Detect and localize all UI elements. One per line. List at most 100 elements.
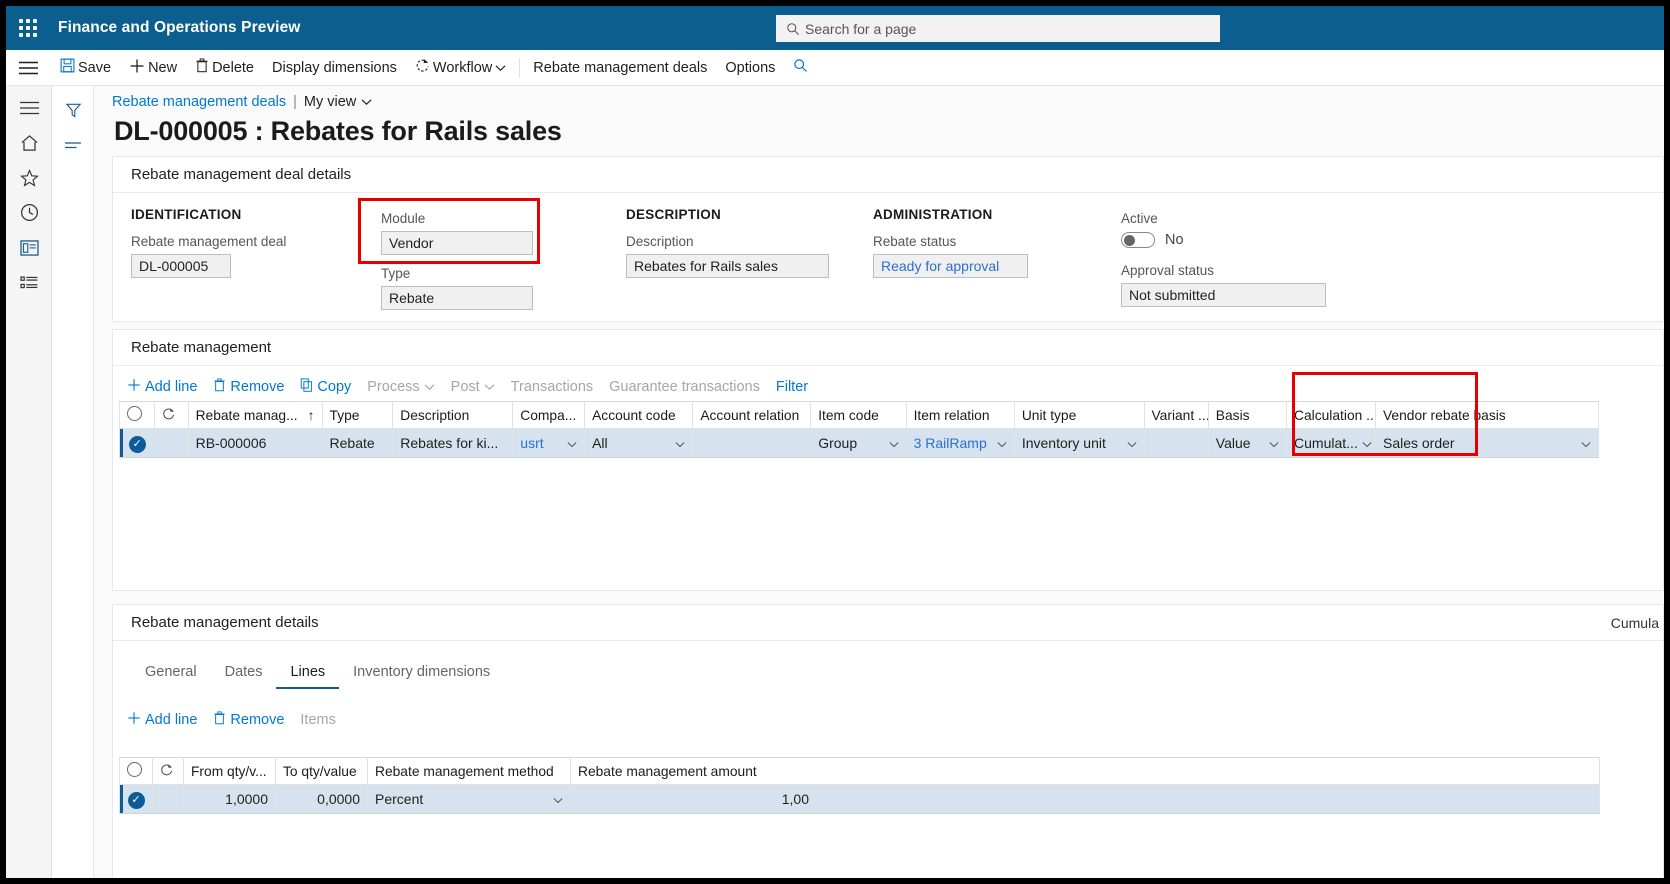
transactions-button[interactable]: Transactions [503, 379, 601, 395]
command-search-button[interactable] [784, 50, 817, 86]
cell-rebate-method[interactable]: Percent [367, 784, 571, 814]
col-to-qty[interactable]: To qty/value [275, 757, 368, 785]
cell-item-code[interactable]: Group [810, 428, 907, 458]
add-line-button[interactable]: Add line [119, 378, 205, 396]
col-from-qty[interactable]: From qty/v... [183, 757, 276, 785]
table-row[interactable]: ✓ RB-000006 Rebate Rebates for ki... usr… [118, 428, 1600, 458]
details-remove-button[interactable]: Remove [205, 711, 292, 729]
cell-account-code[interactable]: All [584, 428, 694, 458]
module-field[interactable]: Vendor [381, 231, 533, 255]
deal-details-header: Rebate management deal details [113, 157, 1663, 193]
breadcrumb-separator: | [293, 94, 297, 110]
cell-company[interactable]: usrt [512, 428, 586, 458]
details-row-select-cell[interactable]: ✓ [119, 784, 153, 814]
remove-button[interactable]: Remove [205, 378, 292, 396]
search-input[interactable]: Search for a page [776, 15, 1220, 42]
hamburger-menu-icon[interactable] [6, 50, 51, 86]
select-all-header[interactable] [118, 401, 156, 429]
cell-from-qty[interactable]: 1,0000 [183, 784, 276, 814]
guarantee-transactions-button[interactable]: Guarantee transactions [601, 379, 768, 395]
rebate-management-deals-button[interactable]: Rebate management deals [524, 50, 716, 86]
copy-button[interactable]: Copy [292, 378, 359, 396]
post-button[interactable]: Post [443, 379, 503, 395]
cell-rebate-management[interactable]: RB-000006 [187, 428, 323, 458]
table-row[interactable]: ✓ 1,0000 0,0000 Percent 1,00 [119, 784, 1600, 814]
col-rebate-amount[interactable]: Rebate management amount [570, 757, 1600, 785]
tab-general[interactable]: General [131, 664, 211, 689]
details-refresh-header[interactable] [152, 757, 184, 785]
cell-vendor-rebate-basis[interactable]: Sales order [1374, 428, 1600, 458]
cell-account-code-value: All [592, 435, 608, 451]
row-select-cell[interactable]: ✓ [118, 428, 156, 458]
filter-button[interactable]: Filter [768, 379, 816, 395]
col-item-relation[interactable]: Item relation [905, 401, 1015, 429]
rebate-management-header: Rebate management [113, 330, 1663, 366]
rebate-management-deals-label: Rebate management deals [533, 59, 708, 76]
rebate-management-deal-field[interactable]: DL-000005 [131, 254, 231, 278]
cell-type[interactable]: Rebate [321, 428, 394, 458]
approval-status-field[interactable]: Not submitted [1121, 283, 1326, 307]
lines-icon[interactable] [52, 128, 94, 164]
breadcrumb-parent-link[interactable]: Rebate management deals [112, 94, 286, 110]
description-field[interactable]: Rebates for Rails sales [626, 254, 829, 278]
col-type[interactable]: Type [321, 401, 394, 429]
toggle-switch[interactable] [1121, 232, 1155, 248]
process-button[interactable]: Process [359, 379, 442, 395]
cell-basis-value: Value [1215, 435, 1251, 451]
application-window: Finance and Operations Preview Search fo… [6, 6, 1664, 878]
col-description[interactable]: Description [392, 401, 514, 429]
hamburger-menu-icon[interactable] [6, 90, 52, 125]
new-button[interactable]: New [120, 50, 186, 86]
transactions-label: Transactions [510, 379, 594, 395]
display-dimensions-button[interactable]: Display dimensions [263, 50, 406, 86]
col-unit-type[interactable]: Unit type [1013, 401, 1145, 429]
row-refresh-cell [154, 428, 189, 458]
filter-icon[interactable] [52, 92, 94, 128]
cell-unit-type[interactable]: Inventory unit [1013, 428, 1145, 458]
cell-account-relation[interactable] [692, 428, 812, 458]
details-select-all-header[interactable] [119, 757, 153, 785]
active-toggle[interactable]: No [1121, 232, 1326, 248]
col-rebate-method[interactable]: Rebate management method [367, 757, 571, 785]
details-items-button[interactable]: Items [292, 712, 343, 728]
cell-variant[interactable] [1143, 428, 1209, 458]
col-account-relation[interactable]: Account relation [692, 401, 812, 429]
workflow-button[interactable]: Workflow [406, 50, 515, 86]
cell-description[interactable]: Rebates for ki... [392, 428, 514, 458]
chevron-down-icon [361, 94, 372, 110]
clock-icon[interactable] [6, 195, 52, 230]
cell-item-relation[interactable]: 3 RailRamp [905, 428, 1015, 458]
list-icon[interactable] [6, 265, 52, 300]
star-icon[interactable] [6, 160, 52, 195]
col-calculation[interactable]: Calculation .. [1286, 401, 1376, 429]
cell-rebate-amount[interactable]: 1,00 [570, 784, 1600, 814]
filter-label: Filter [775, 379, 809, 395]
tab-lines[interactable]: Lines [276, 664, 340, 689]
row-selected-check-icon: ✓ [128, 435, 146, 453]
app-launcher-icon[interactable] [6, 6, 50, 50]
col-vendor-rebate-basis[interactable]: Vendor rebate basis [1374, 401, 1600, 429]
active-group: Active No Approval status Not submitted [1121, 211, 1326, 307]
top-navigation-bar: Finance and Operations Preview Search fo… [6, 6, 1664, 50]
col-company[interactable]: Compa... [512, 401, 586, 429]
options-button[interactable]: Options [716, 50, 784, 86]
cell-basis[interactable]: Value [1207, 428, 1288, 458]
save-button[interactable]: Save [51, 50, 120, 86]
col-rebate-management[interactable]: Rebate manag... ↑ [187, 401, 323, 429]
type-field[interactable]: Rebate [381, 286, 533, 310]
view-selector[interactable]: My view [304, 94, 372, 110]
refresh-header[interactable] [154, 401, 189, 429]
tab-dates[interactable]: Dates [211, 664, 277, 689]
col-basis[interactable]: Basis [1207, 401, 1288, 429]
details-add-line-button[interactable]: Add line [119, 711, 205, 729]
home-icon[interactable] [6, 125, 52, 160]
col-item-code[interactable]: Item code [810, 401, 907, 429]
workspace-icon[interactable] [6, 230, 52, 265]
cell-to-qty[interactable]: 0,0000 [275, 784, 368, 814]
col-account-code[interactable]: Account code [584, 401, 694, 429]
col-variant[interactable]: Variant ... [1143, 401, 1209, 429]
delete-button[interactable]: Delete [186, 50, 263, 86]
cell-calculation[interactable]: Cumulat... [1286, 428, 1376, 458]
rebate-status-field[interactable]: Ready for approval [873, 254, 1028, 278]
tab-inventory-dimensions[interactable]: Inventory dimensions [339, 664, 504, 689]
